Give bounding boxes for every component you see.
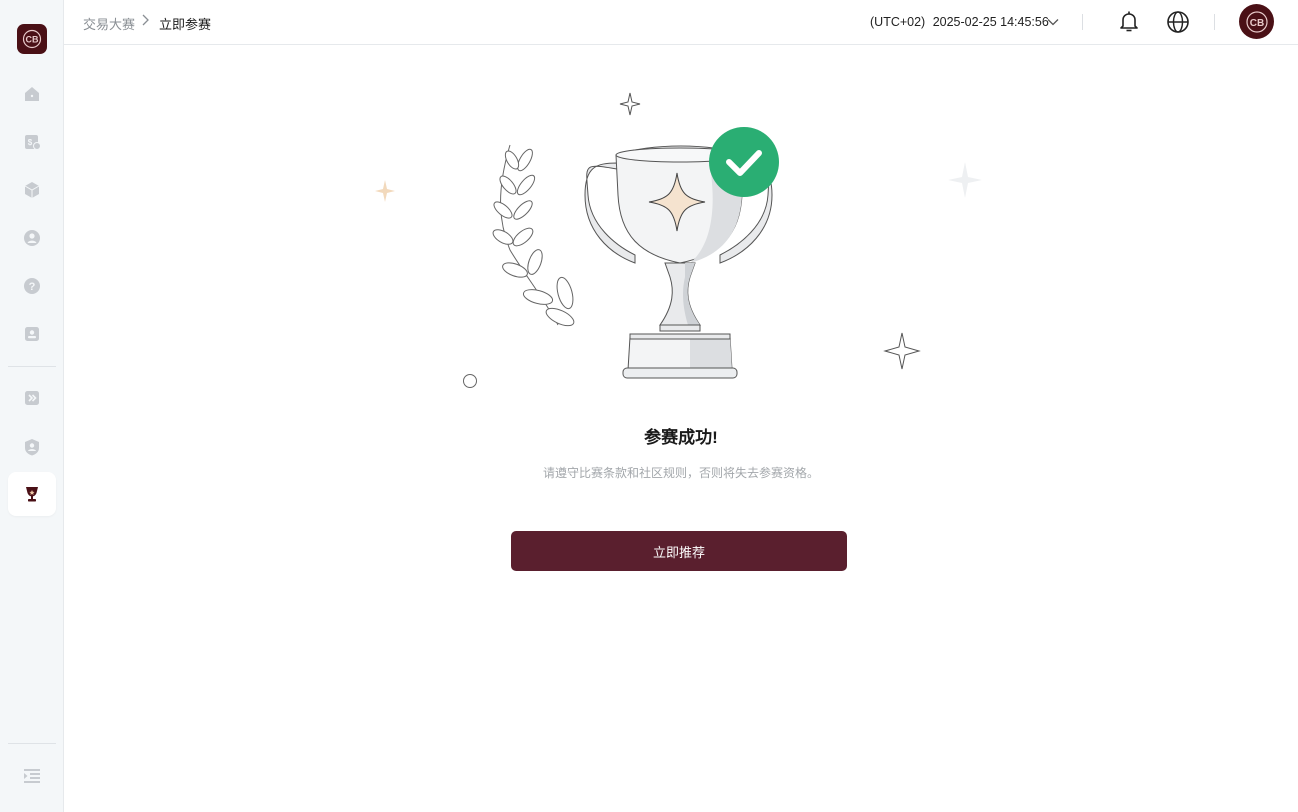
trophy-illustration xyxy=(375,92,982,388)
sidebar-item-competition[interactable] xyxy=(8,472,56,516)
svg-text:?: ? xyxy=(29,281,36,293)
trophy-icon xyxy=(26,487,38,502)
sidebar-item-wallet[interactable]: $ xyxy=(8,120,56,164)
sparkle-icon xyxy=(948,162,982,198)
sidebar-bottom-divider xyxy=(8,743,56,744)
sidebar-item-help[interactable]: ? xyxy=(8,264,56,308)
timezone-label: (UTC+02) xyxy=(870,15,926,29)
breadcrumb-competition[interactable]: 交易大赛 xyxy=(83,14,135,33)
svg-text:$: $ xyxy=(28,138,33,147)
id-card-icon xyxy=(25,327,39,341)
globe-icon xyxy=(1167,11,1189,33)
dot-icon xyxy=(463,374,477,388)
sidebar: CB $ ? xyxy=(0,0,64,812)
notifications-button[interactable] xyxy=(1115,8,1143,36)
sidebar-item-home[interactable] xyxy=(8,72,56,116)
breadcrumb-current: 立即参赛 xyxy=(159,17,212,32)
dollar-card-icon: $ xyxy=(25,135,41,150)
indent-icon xyxy=(24,769,40,783)
user-shield-icon xyxy=(25,439,39,456)
sidebar-collapse-button[interactable] xyxy=(8,754,56,798)
sparkle-icon xyxy=(619,92,641,116)
timezone-clock[interactable]: (UTC+02) 2025-02-25 14:45:56 xyxy=(870,15,1049,29)
chevron-down-icon[interactable] xyxy=(1046,16,1060,28)
cube-icon xyxy=(24,182,40,198)
sparkle-icon xyxy=(375,180,395,202)
bell-icon xyxy=(1120,11,1138,32)
sidebar-item-profile[interactable] xyxy=(8,216,56,260)
svg-text:CB: CB xyxy=(1249,18,1263,29)
header-divider xyxy=(1214,14,1215,30)
success-subtitle: 请遵守比赛条款和社区规则，否则将失去参赛资格。 xyxy=(542,466,819,480)
chevron-right-icon xyxy=(142,14,149,26)
sidebar-item-agent[interactable] xyxy=(8,425,56,469)
svg-text:CB: CB xyxy=(26,35,39,45)
home-icon xyxy=(25,87,39,101)
laurel-left-icon xyxy=(492,144,575,327)
language-button[interactable] xyxy=(1164,8,1192,36)
sparkle-icon xyxy=(883,332,921,370)
sidebar-item-account[interactable] xyxy=(8,312,56,356)
top-header: 交易大赛 立即参赛 (UTC+02) 2025-02-25 14:45:56 C… xyxy=(64,0,1298,45)
sidebar-item-forward[interactable] xyxy=(8,376,56,420)
sidebar-item-products[interactable] xyxy=(8,168,56,212)
recommend-now-button[interactable]: 立即推荐 xyxy=(511,531,847,571)
help-icon: ? xyxy=(24,278,40,294)
success-check-icon xyxy=(709,127,779,197)
sidebar-divider xyxy=(8,366,56,367)
success-title: 参赛成功! xyxy=(644,428,718,447)
forward-icon xyxy=(25,391,39,405)
header-divider xyxy=(1082,14,1083,30)
user-icon xyxy=(24,230,40,246)
user-avatar[interactable]: CB xyxy=(1239,4,1274,39)
datetime-label: 2025-02-25 14:45:56 xyxy=(932,15,1049,29)
app-logo[interactable]: CB xyxy=(17,24,47,54)
